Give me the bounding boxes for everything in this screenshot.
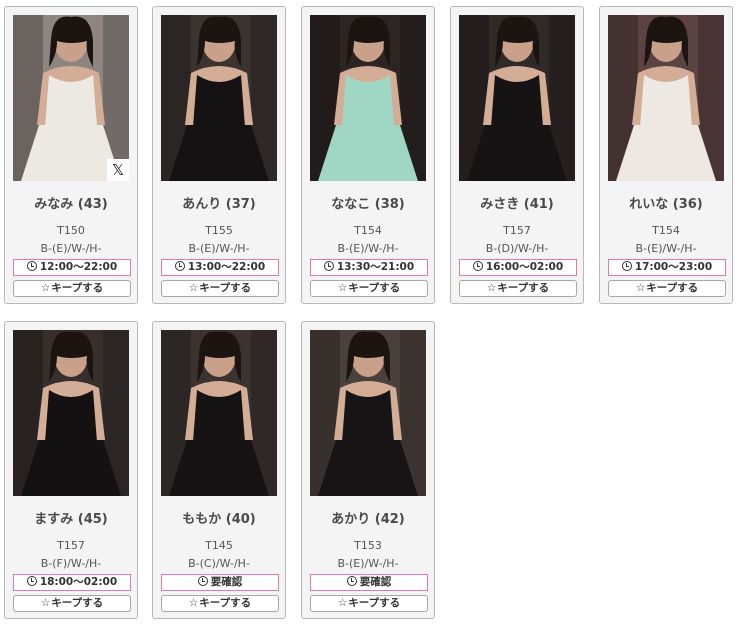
cast-card[interactable]: れいな (36) T154 B-(E)/W-/H- 17:00～23:00 ☆キ… — [599, 6, 733, 304]
cast-card[interactable]: ななこ (38) T154 B-(E)/W-/H- 13:30～21:00 ☆キ… — [301, 6, 435, 304]
keep-button[interactable]: ☆キープする — [608, 280, 726, 297]
schedule-time: 12:00～22:00 — [39, 261, 118, 273]
schedule-badge: 17:00～23:00 — [608, 259, 726, 276]
photo-figure — [161, 15, 277, 181]
cast-card[interactable]: あんり (37) T155 B-(E)/W-/H- 13:00～22:00 ☆キ… — [152, 6, 286, 304]
schedule-badge: 12:00～22:00 — [13, 259, 131, 276]
clock-icon — [26, 261, 37, 271]
schedule-badge: 要確認 — [310, 574, 428, 591]
cast-height: T157 — [503, 224, 531, 237]
keep-label: キープする — [199, 597, 252, 609]
cast-height: T153 — [354, 539, 382, 552]
photo-figure — [310, 15, 426, 181]
clock-icon — [472, 261, 483, 271]
cast-card[interactable]: あかり (42) T153 B-(E)/W-/H- 要確認 ☆キープする — [301, 321, 435, 619]
cast-size: B-(E)/W-/H- — [40, 242, 102, 255]
keep-label: キープする — [199, 282, 252, 294]
cast-photo[interactable] — [13, 330, 129, 496]
cast-name[interactable]: あんり (37) — [153, 193, 285, 212]
cast-height: T155 — [205, 224, 233, 237]
cast-name[interactable]: みさき (41) — [451, 193, 583, 212]
cast-photo[interactable] — [459, 15, 575, 181]
cast-name[interactable]: ななこ (38) — [302, 193, 434, 212]
cast-card[interactable]: 𝕏 みなみ (43) T150 B-(E)/W-/H- 12:00～22:00 … — [4, 6, 138, 304]
keep-label: キープする — [646, 282, 699, 294]
photo-figure — [13, 15, 129, 181]
cast-photo[interactable] — [310, 15, 426, 181]
clock-icon — [323, 261, 334, 271]
photo-figure — [310, 330, 426, 496]
photo-figure — [161, 330, 277, 496]
keep-label: キープする — [348, 597, 401, 609]
keep-button[interactable]: ☆キープする — [161, 280, 279, 297]
star-icon: ☆ — [337, 282, 348, 294]
cast-photo[interactable]: 𝕏 — [13, 15, 129, 181]
cast-card[interactable]: みさき (41) T157 B-(D)/W-/H- 16:00～02:00 ☆キ… — [450, 6, 584, 304]
photo-figure — [13, 330, 129, 496]
x-social-icon[interactable]: 𝕏 — [107, 159, 129, 181]
cast-card[interactable]: ますみ (45) T157 B-(F)/W-/H- 18:00～02:00 ☆キ… — [4, 321, 138, 619]
cast-name[interactable]: れいな (36) — [600, 193, 732, 212]
keep-label: キープする — [497, 282, 550, 294]
cast-height: T150 — [57, 224, 85, 237]
keep-button[interactable]: ☆キープする — [13, 595, 131, 612]
cast-name[interactable]: みなみ (43) — [5, 193, 137, 212]
photo-figure — [608, 15, 724, 181]
star-icon: ☆ — [40, 597, 51, 609]
schedule-badge: 要確認 — [161, 574, 279, 591]
star-icon: ☆ — [40, 282, 51, 294]
clock-icon — [197, 576, 208, 586]
cast-height: T145 — [205, 539, 233, 552]
clock-icon — [621, 261, 632, 271]
schedule-time: 16:00～02:00 — [485, 261, 564, 273]
cast-height: T157 — [57, 539, 85, 552]
schedule-time: 18:00～02:00 — [39, 576, 118, 588]
cast-name[interactable]: あかり (42) — [302, 508, 434, 527]
cast-size: B-(E)/W-/H- — [188, 242, 250, 255]
star-icon: ☆ — [188, 282, 199, 294]
cast-card[interactable]: ももか (40) T145 B-(C)/W-/H- 要確認 ☆キープする — [152, 321, 286, 619]
cast-photo[interactable] — [161, 15, 277, 181]
cast-size: B-(F)/W-/H- — [40, 557, 102, 570]
cast-name[interactable]: ももか (40) — [153, 508, 285, 527]
cast-size: B-(E)/W-/H- — [635, 242, 697, 255]
cast-height: T154 — [354, 224, 382, 237]
cast-size: B-(E)/W-/H- — [337, 557, 399, 570]
cast-size: B-(E)/W-/H- — [337, 242, 399, 255]
schedule-time: 要確認 — [359, 576, 392, 588]
cast-name[interactable]: ますみ (45) — [5, 508, 137, 527]
schedule-badge: 13:00～22:00 — [161, 259, 279, 276]
clock-icon — [174, 261, 185, 271]
cast-height: T154 — [652, 224, 680, 237]
cast-size: B-(C)/W-/H- — [188, 557, 250, 570]
star-icon: ☆ — [486, 282, 497, 294]
schedule-badge: 16:00～02:00 — [459, 259, 577, 276]
schedule-time: 13:00～22:00 — [187, 261, 266, 273]
star-icon: ☆ — [635, 282, 646, 294]
photo-figure — [459, 15, 575, 181]
schedule-badge: 18:00～02:00 — [13, 574, 131, 591]
star-icon: ☆ — [337, 597, 348, 609]
schedule-time: 17:00～23:00 — [634, 261, 713, 273]
keep-label: キープする — [51, 282, 104, 294]
star-icon: ☆ — [188, 597, 199, 609]
keep-button[interactable]: ☆キープする — [13, 280, 131, 297]
keep-label: キープする — [348, 282, 401, 294]
schedule-time: 要確認 — [210, 576, 243, 588]
schedule-time: 13:30～21:00 — [336, 261, 415, 273]
keep-button[interactable]: ☆キープする — [310, 595, 428, 612]
keep-label: キープする — [51, 597, 104, 609]
keep-button[interactable]: ☆キープする — [161, 595, 279, 612]
cast-size: B-(D)/W-/H- — [485, 242, 549, 255]
keep-button[interactable]: ☆キープする — [310, 280, 428, 297]
clock-icon — [346, 576, 357, 586]
clock-icon — [26, 576, 37, 586]
schedule-badge: 13:30～21:00 — [310, 259, 428, 276]
cast-photo[interactable] — [608, 15, 724, 181]
keep-button[interactable]: ☆キープする — [459, 280, 577, 297]
cast-photo[interactable] — [161, 330, 277, 496]
cast-photo[interactable] — [310, 330, 426, 496]
